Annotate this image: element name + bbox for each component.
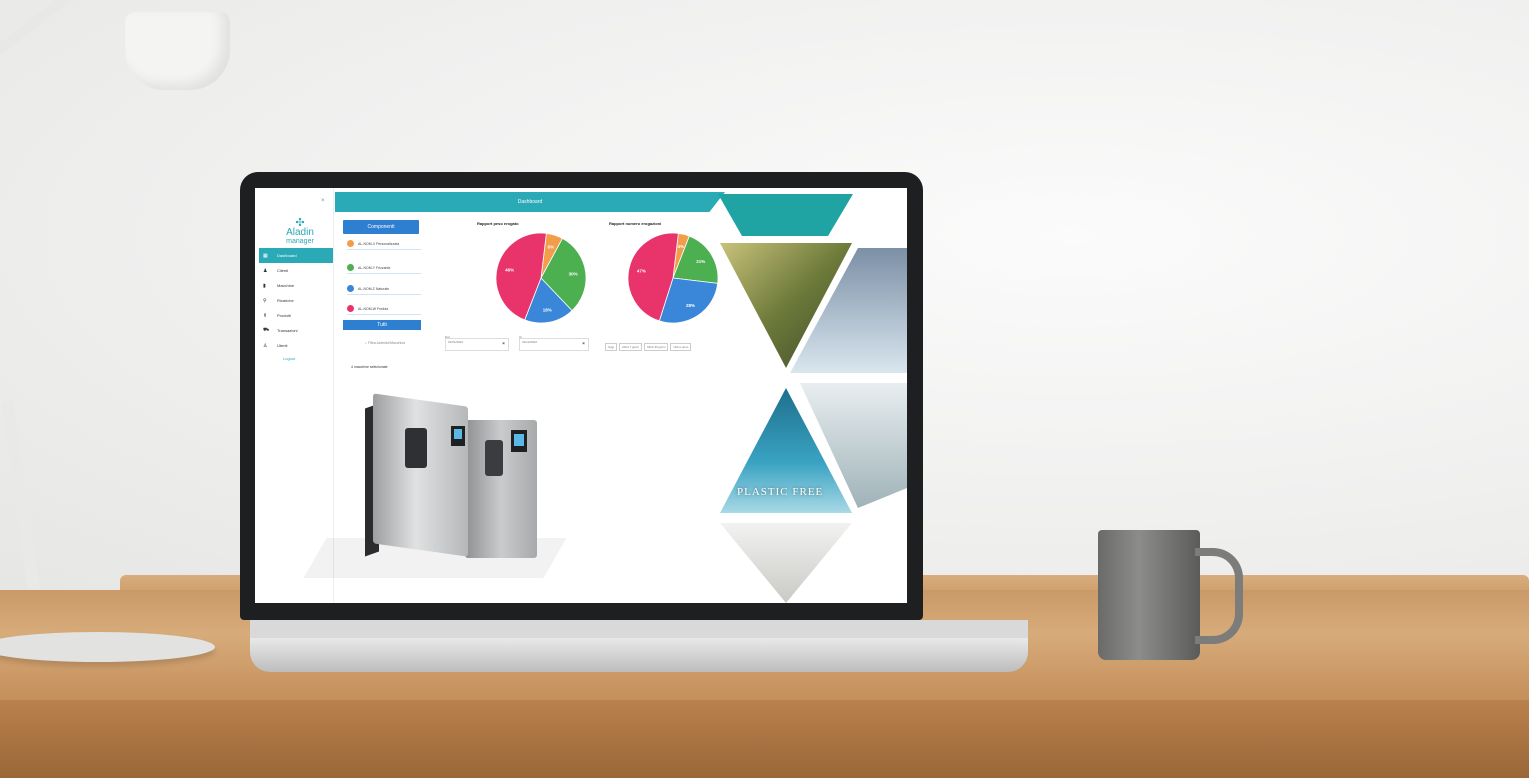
sidebar-item-label: Dashboard (277, 253, 297, 258)
sidebar-item-utenti[interactable]: ♙ Utenti (259, 338, 333, 353)
plastic-free-caption: PLASTIC FREE (737, 486, 824, 498)
sidebar-item-label: Clienti (277, 268, 289, 273)
sidebar-item-transazioni[interactable]: ⛟ Transazioni (259, 323, 333, 338)
dispenser-slot (485, 440, 503, 476)
pie-data-label: 21% (696, 259, 705, 264)
sidebar-nav: ▦ Dashboard ♟ Clienti ▮ Macchine ⚲ Ricar… (259, 248, 333, 353)
sidebar-item-clienti[interactable]: ♟ Clienti (259, 263, 333, 278)
teal-triangle (718, 194, 853, 236)
sidebar-item-macchine[interactable]: ▮ Macchine (259, 278, 333, 293)
mug-handle (1195, 548, 1243, 644)
pie-data-label: 4% (678, 244, 685, 249)
dispenser-slot (405, 428, 427, 468)
range-year-button[interactable]: Ultimo anno (670, 343, 692, 351)
pie-data-label: 30% (569, 271, 578, 276)
logo: ✣ Aladin manager (275, 218, 325, 246)
legend-label: AL-NOM-Y Frizzante (358, 265, 391, 270)
legend-item[interactable]: AL-NOM-Z Naturale (347, 285, 421, 295)
legend-dot (347, 264, 354, 271)
logo-subtitle: manager (286, 238, 314, 245)
sidebar-item-dashboard[interactable]: ▦ Dashboard (259, 248, 333, 263)
laptop-screen: × ✣ Aladin manager ▦ Dashboard ♟ Clienti… (255, 188, 907, 603)
calendar-icon: ▣ (502, 341, 505, 345)
legend-item[interactable]: AL-NOM-Y Frizzante (347, 264, 421, 274)
logo-name: Aladin (286, 227, 314, 238)
pie-chart-count: 4% 21% 28% 47% (627, 232, 719, 324)
components-button[interactable]: Componenti (343, 220, 419, 234)
search-placeholder: Filtra Aziende/Macchina (367, 341, 406, 345)
close-icon[interactable]: × (321, 198, 325, 204)
refill-icon: ⚲ (263, 297, 267, 304)
range-buttons: Oggi Ultimi 7 giorni Ultimi 30 giorni Ul… (605, 343, 692, 351)
sidebar-item-ricariche[interactable]: ⚲ Ricariche (259, 293, 333, 308)
sidebar: × ✣ Aladin manager ▦ Dashboard ♟ Clienti… (255, 188, 334, 603)
range-today-button[interactable]: Oggi (605, 343, 617, 351)
bottle-icon: ⚱ (263, 312, 268, 319)
legend-item[interactable]: AL-NOM-X Personalizzata (347, 240, 421, 250)
legend-item[interactable]: AL-NOM-W Fredda (347, 305, 421, 315)
sidebar-item-prodotti[interactable]: ⚱ Prodotti (259, 308, 333, 323)
range-7days-button[interactable]: Ultimi 7 giorni (618, 343, 642, 351)
sidebar-item-label: Ricariche (277, 298, 294, 303)
desk-front (0, 700, 1529, 778)
to-date-value: 31/12/2022 (522, 340, 538, 344)
chart-title-weight: Rapport peso erogato (477, 221, 519, 226)
dispenser-screen (511, 430, 527, 452)
pie-data-label: 6% (548, 245, 555, 250)
search-input[interactable]: ⌕ Filtra Aziende/Macchina (365, 341, 405, 345)
hall-photo-triangle (720, 523, 852, 603)
range-30days-button[interactable]: Ultimi 30 giorni (643, 343, 669, 351)
laptop-base (250, 638, 1028, 672)
legend-dot (347, 240, 354, 247)
page-title: Dashboard (517, 199, 543, 205)
legend-label: AL-NOM-Z Naturale (358, 286, 390, 291)
selected-count-text: 4 macchine selezionate (351, 365, 388, 369)
triangle-collage (718, 194, 907, 603)
pie-data-label: 47% (637, 269, 646, 274)
legend-dot (347, 305, 354, 312)
laptop-hinge (250, 620, 1028, 640)
dispenser-screen (451, 426, 465, 446)
from-date-field[interactable]: 01/01/2022 ▣ (445, 338, 509, 351)
to-date-field[interactable]: 31/12/2022 ▣ (519, 338, 589, 351)
chart-title-count: Rapport numero erogazioni (609, 221, 662, 226)
machine-icon: ▮ (263, 282, 266, 289)
pie-data-label: 46% (505, 268, 514, 273)
from-date-value: 01/01/2022 (448, 340, 464, 344)
logout-link[interactable]: Logout (283, 356, 295, 362)
cart-icon: ⛟ (263, 327, 270, 333)
pie-chart-weight: 6% 30% 18% 46% (495, 232, 587, 324)
calendar-icon: ▣ (582, 341, 585, 345)
legend-label: AL-NOM-X Personalizzata (358, 241, 400, 246)
sidebar-item-label: Transazioni (277, 328, 298, 333)
pie-data-label: 28% (686, 303, 695, 308)
page-header: Dashboard (335, 192, 725, 212)
pie-data-label: 18% (543, 307, 552, 312)
legend-label: AL-NOM-W Fredda (358, 306, 389, 311)
legend-dot (347, 285, 354, 292)
sidebar-item-label: Utenti (277, 343, 288, 348)
sidebar-item-label: Macchine (277, 283, 295, 288)
lamp-head (125, 12, 230, 90)
people-icon: ♟ (263, 267, 268, 274)
sidebar-item-label: Prodotti (277, 313, 291, 318)
grid-icon: ▦ (263, 252, 268, 259)
user-icon: ♙ (263, 342, 268, 349)
coffee-mug (1098, 530, 1200, 660)
all-components-button[interactable]: Tutti (343, 320, 421, 330)
water-dispenser-front (373, 393, 468, 557)
photo-scene: × ✣ Aladin manager ▦ Dashboard ♟ Clienti… (0, 0, 1529, 778)
